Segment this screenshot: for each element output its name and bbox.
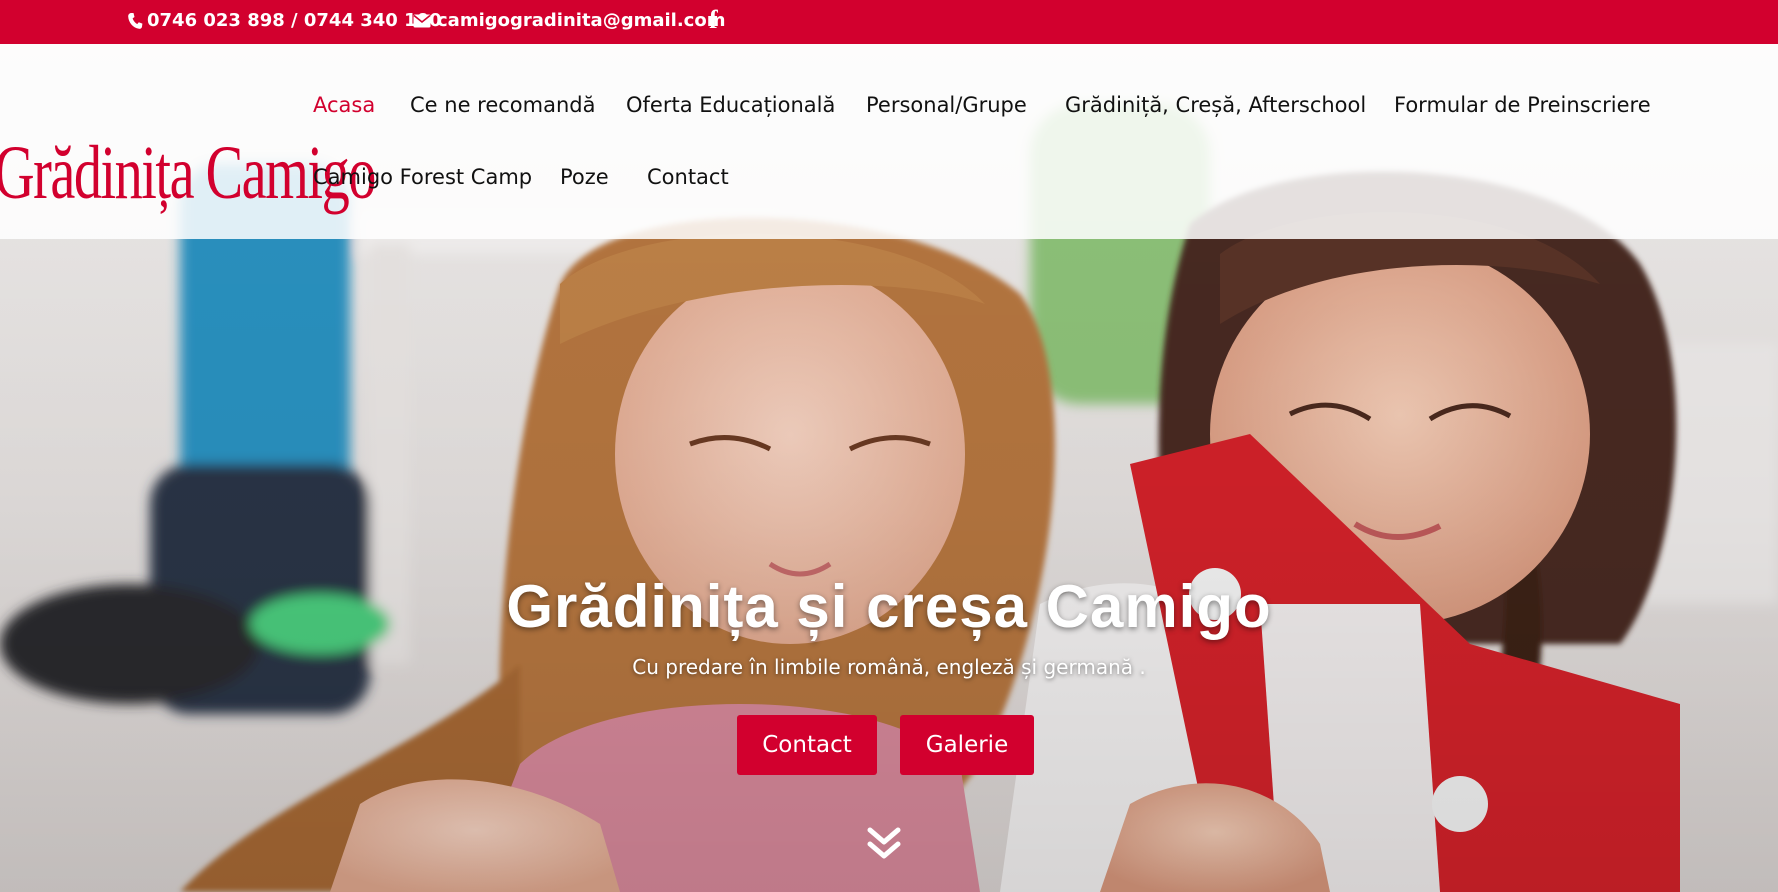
nav-item-camigo-forest-camp[interactable]: Camigo Forest Camp <box>313 164 532 190</box>
email-contact[interactable]: camigogradinita@gmail.com <box>413 10 725 31</box>
hero-subtitle: Cu predare în limbile română, engleză și… <box>632 655 1146 679</box>
nav-item-contact[interactable]: Contact <box>647 164 729 190</box>
nav-item-ce-ne-recomanda[interactable]: Ce ne recomandă <box>410 92 595 118</box>
nav-item-personal-grupe[interactable]: Personal/Grupe <box>866 92 1027 118</box>
phone-text: 0746 023 898 / 0744 340 100 <box>147 10 442 31</box>
galerie-button[interactable]: Galerie <box>900 715 1034 775</box>
phone-contact[interactable]: 0746 023 898 / 0744 340 100 <box>127 10 442 31</box>
contact-button[interactable]: Contact <box>737 715 877 775</box>
nav-item-poze[interactable]: Poze <box>560 164 609 190</box>
nav-item-acasa[interactable]: Acasa <box>313 92 375 118</box>
nav-item-formular-preinscriere[interactable]: Formular de Preinscriere <box>1394 92 1651 118</box>
nav-item-oferta-educationala[interactable]: Oferta Educațională <box>626 92 835 118</box>
facebook-icon[interactable]: f <box>709 6 718 34</box>
site-header: Grădinița Camigo Acasa Ce ne recomandă O… <box>0 44 1778 239</box>
hero-title: Grădinița și creșa Camigo <box>506 573 1272 640</box>
phone-icon <box>127 12 143 30</box>
email-icon <box>413 14 431 28</box>
chevron-double-down-icon[interactable] <box>867 826 901 862</box>
top-bar: 0746 023 898 / 0744 340 100 camigogradin… <box>0 0 1778 44</box>
email-text: camigogradinita@gmail.com <box>437 10 726 31</box>
nav-item-gradinita-cresa-afterschool[interactable]: Grădiniță, Creșă, Afterschool <box>1065 92 1366 118</box>
